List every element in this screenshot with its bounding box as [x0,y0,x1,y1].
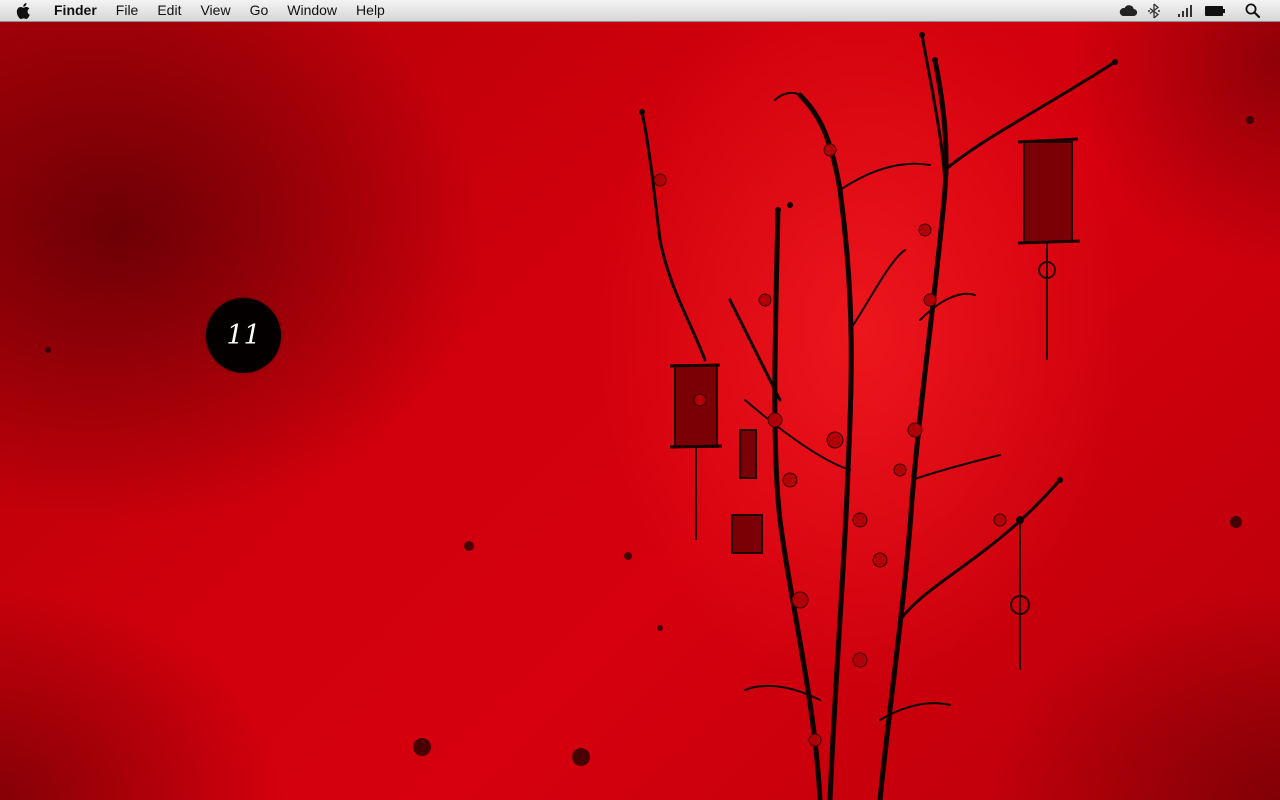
apple-icon[interactable] [16,2,32,20]
menu-view[interactable]: View [200,0,230,21]
wifi-signal-icon[interactable] [1176,2,1194,20]
bluetooth-icon[interactable] [1146,2,1162,20]
menu-go[interactable]: Go [250,0,269,21]
date-badge-day: 11 [226,320,261,351]
menu-edit[interactable]: Edit [157,0,181,21]
icloud-icon[interactable] [1118,2,1138,20]
date-badge-icon[interactable]: 11 [206,298,281,373]
battery-icon[interactable] [1204,2,1226,20]
menu-window[interactable]: Window [287,0,337,21]
menu-bar: Finder File Edit View Go Window Help [0,0,1280,22]
spotlight-search-icon[interactable] [1244,2,1262,20]
menu-help[interactable]: Help [356,0,385,21]
wallpaper-image [45,32,1254,800]
desktop[interactable]: 11 [0,0,1280,800]
menu-app-name[interactable]: Finder [54,0,97,21]
menu-file[interactable]: File [116,0,139,21]
